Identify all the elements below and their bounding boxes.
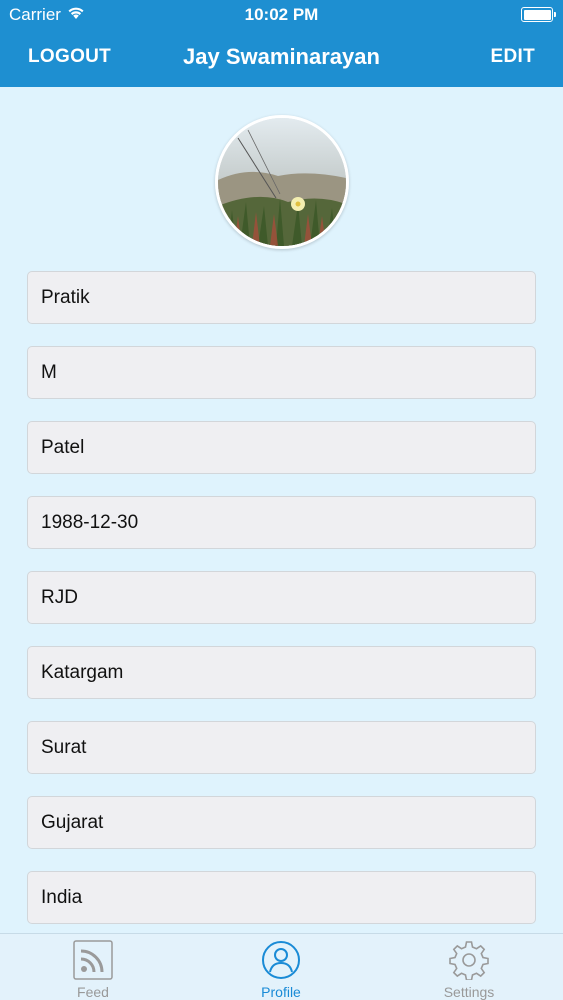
state-field[interactable]: Gujarat bbox=[27, 796, 536, 849]
last-name-field[interactable]: Patel bbox=[27, 421, 536, 474]
village-field[interactable]: RJD bbox=[27, 571, 536, 624]
gear-icon bbox=[449, 940, 489, 985]
rss-feed-icon bbox=[73, 940, 113, 985]
profile-photo-image bbox=[218, 118, 346, 246]
middle-name-field[interactable]: M bbox=[27, 346, 536, 399]
tab-profile-label: Profile bbox=[261, 984, 301, 1000]
tab-bar: Feed Profile Settings bbox=[0, 933, 563, 1000]
area-field[interactable]: Katargam bbox=[27, 646, 536, 699]
tab-settings[interactable]: Settings bbox=[399, 934, 539, 1000]
profile-avatar[interactable] bbox=[215, 115, 349, 249]
user-circle-icon bbox=[261, 940, 301, 985]
navigation-bar: LOGOUT Jay Swaminarayan EDIT bbox=[0, 30, 563, 87]
tab-profile[interactable]: Profile bbox=[211, 934, 351, 1000]
status-bar: Carrier 10:02 PM bbox=[0, 0, 563, 30]
tab-feed[interactable]: Feed bbox=[23, 934, 163, 1000]
battery-icon bbox=[521, 7, 556, 22]
country-field[interactable]: India bbox=[27, 871, 536, 924]
page-title: Jay Swaminarayan bbox=[183, 44, 380, 69]
profile-fields: Pratik M Patel 1988-12-30 RJD Katargam S… bbox=[27, 271, 536, 946]
top-bar: Carrier 10:02 PM LOGOUT Jay Swaminarayan… bbox=[0, 0, 563, 87]
city-field[interactable]: Surat bbox=[27, 721, 536, 774]
tab-feed-label: Feed bbox=[77, 984, 109, 1000]
status-time: 10:02 PM bbox=[244, 5, 319, 24]
birthdate-field[interactable]: 1988-12-30 bbox=[27, 496, 536, 549]
edit-button[interactable]: EDIT bbox=[491, 46, 535, 68]
first-name-field[interactable]: Pratik bbox=[27, 271, 536, 324]
tab-settings-label: Settings bbox=[443, 984, 495, 1000]
